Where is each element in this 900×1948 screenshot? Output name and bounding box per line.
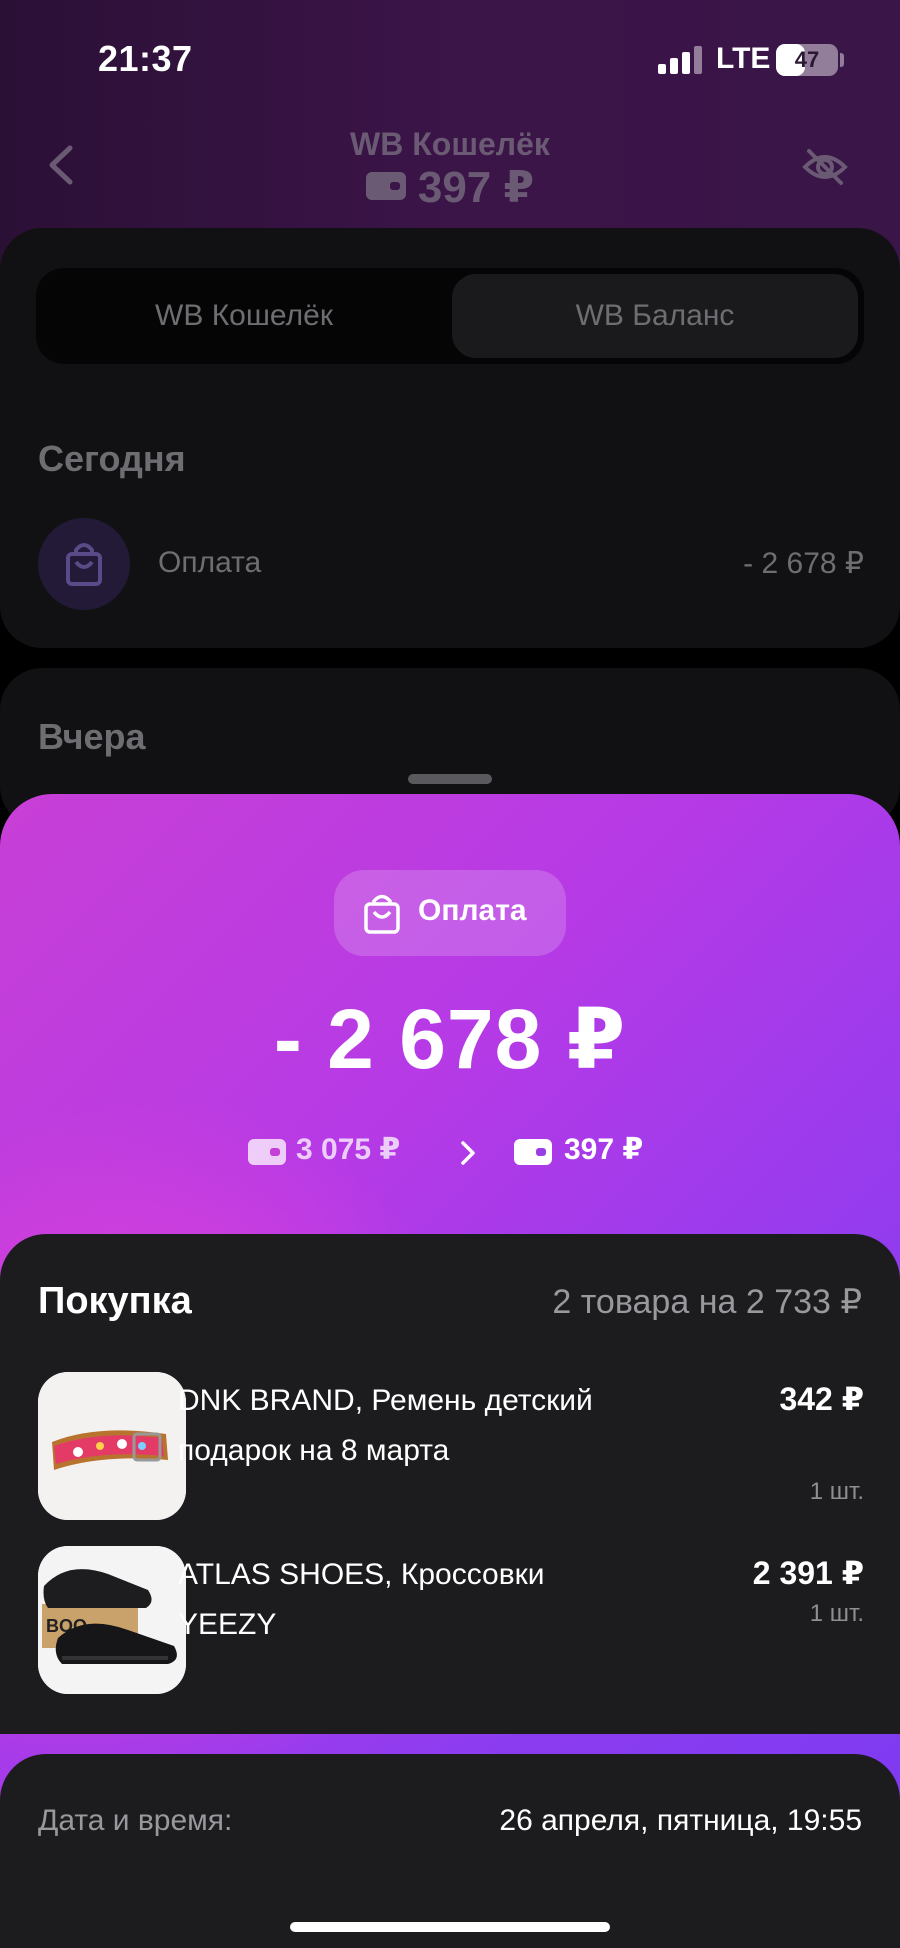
wallet-tabs: WB Кошелёк WB Баланс <box>36 268 864 364</box>
details-card: Дата и время: 26 апреля, пятница, 19:55 <box>0 1754 900 1948</box>
purchase-item-price: 342 ₽ <box>779 1381 864 1417</box>
history-card-today: WB Кошелёк WB Баланс Сегодня Оплата - 2 … <box>0 228 900 648</box>
battery-cap <box>840 53 844 67</box>
balance-before-value: 3 075 ₽ <box>296 1133 401 1166</box>
transaction-type-chip: Оплата <box>334 870 566 956</box>
purchase-item-name: DNK BRAND, Ремень детский подарок на 8 м… <box>178 1384 593 1467</box>
transaction-icon <box>38 518 130 610</box>
wallet-icon <box>248 1139 286 1165</box>
transaction-sheet: Оплата - 2 678 ₽ 3 075 ₽ 397 ₽ Покупка 2… <box>0 794 900 1948</box>
purchase-item[interactable]: BOO ATLAS SHOES, Кроссовки YEEZY 2 391 ₽… <box>38 1546 864 1696</box>
section-heading-yesterday: Вчера <box>38 716 146 757</box>
header-balance: 397 ₽ <box>0 162 900 213</box>
battery-icon: 47 <box>776 44 838 76</box>
page-title: WB Кошелёк <box>350 126 550 162</box>
purchase-summary: 2 товара на 2 733 ₽ <box>552 1283 862 1321</box>
shopping-bag-icon <box>66 543 102 586</box>
signal-icon <box>658 46 704 74</box>
home-indicator[interactable] <box>290 1922 610 1932</box>
transaction-label: Оплата <box>158 546 262 579</box>
network-type: LTE <box>716 42 771 75</box>
purchase-card: Покупка 2 товара на 2 733 ₽ DNK BRAND, Р… <box>0 1234 900 1734</box>
tab-wb-wallet[interactable]: WB Кошелёк <box>42 274 446 358</box>
shopping-bag-icon <box>364 894 400 934</box>
date-label: Дата и время: <box>38 1804 233 1837</box>
purchase-item-qty: 1 шт. <box>809 1600 864 1627</box>
wallet-icon <box>514 1139 552 1165</box>
purchase-title: Покупка <box>38 1280 192 1322</box>
eye-off-icon[interactable] <box>800 142 850 192</box>
purchase-item-qty: 1 шт. <box>809 1478 864 1505</box>
status-time: 21:37 <box>98 38 193 79</box>
tab-wb-balance[interactable]: WB Баланс <box>452 274 858 358</box>
balance-after-value: 397 ₽ <box>564 1133 644 1166</box>
purchase-item[interactable]: DNK BRAND, Ремень детский подарок на 8 м… <box>38 1372 864 1522</box>
transaction-type-label: Оплата <box>418 894 527 927</box>
section-heading-today: Сегодня <box>38 438 186 479</box>
chevron-right-icon <box>461 1141 475 1165</box>
status-bar: 21:37 LTE 47 <box>0 0 900 120</box>
purchase-item-price: 2 391 ₽ <box>752 1555 864 1591</box>
sheet-grabber[interactable] <box>408 774 492 784</box>
transaction-row[interactable]: Оплата - 2 678 ₽ <box>38 518 864 610</box>
date-value: 26 апреля, пятница, 19:55 <box>499 1804 862 1837</box>
battery-level: 47 <box>794 47 820 72</box>
page-header: WB Кошелёк 397 ₽ <box>0 110 900 220</box>
belt-photo <box>38 1372 186 1520</box>
sneakers-photo: BOO <box>38 1546 186 1694</box>
transaction-amount-large: - 2 678 ₽ <box>273 992 627 1086</box>
header-balance-value: 397 ₽ <box>417 163 535 212</box>
balance-change: 3 075 ₽ 397 ₽ <box>0 1130 900 1174</box>
transaction-amount: - 2 678 ₽ <box>743 547 864 580</box>
purchase-item-name: ATLAS SHOES, Кроссовки YEEZY <box>178 1558 545 1641</box>
wallet-icon <box>365 172 406 201</box>
